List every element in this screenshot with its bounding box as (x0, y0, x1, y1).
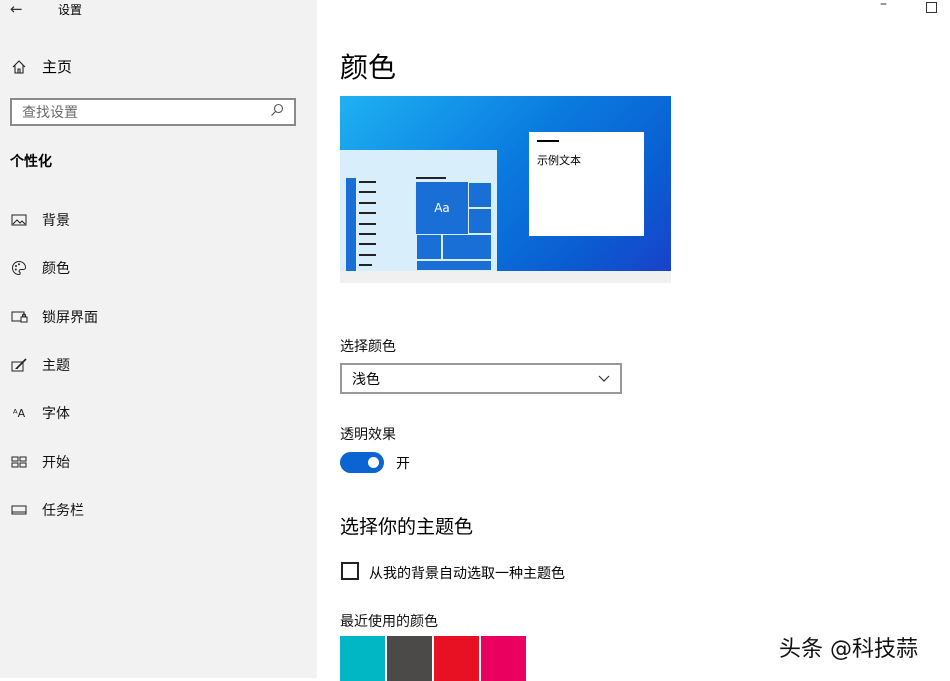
maximize-button[interactable] (926, 2, 937, 13)
font-icon: ᴬA (12, 406, 26, 420)
preview-sample-text: 示例文本 (537, 154, 581, 167)
preview-start-strip (346, 178, 356, 271)
auto-accent-checkbox[interactable] (341, 562, 359, 580)
page-title: 颜色 (340, 51, 397, 84)
sidebar-item-start[interactable]: 开始 (10, 452, 70, 472)
sidebar-item-label: 任务栏 (42, 503, 84, 519)
transparency-label: 透明效果 (340, 427, 396, 443)
choose-color-dropdown[interactable]: 浅色 (340, 363, 622, 394)
section-title: 个性化 (10, 154, 52, 170)
color-swatch[interactable] (340, 636, 385, 681)
sidebar-item-label: 字体 (42, 406, 70, 422)
chevron-down-icon (598, 372, 610, 386)
dropdown-value: 浅色 (352, 371, 380, 388)
theme-brush-icon (10, 356, 28, 374)
lock-screen-icon (10, 308, 28, 326)
taskbar-icon (10, 501, 28, 519)
sidebar-item-label: 主题 (42, 358, 70, 374)
transparency-toggle[interactable] (340, 452, 384, 473)
recent-colors-label: 最近使用的颜色 (340, 614, 438, 630)
sidebar-item-label: 开始 (42, 455, 70, 471)
color-preview: Aa 示例文本 (340, 96, 671, 283)
accent-color-heading: 选择你的主题色 (340, 516, 474, 538)
start-icon (10, 453, 28, 471)
home-label: 主页 (42, 58, 73, 76)
sidebar-item-lock-screen[interactable]: 锁屏界面 (10, 307, 98, 327)
sidebar-item-fonts[interactable]: ᴬA 字体 (10, 403, 70, 423)
choose-color-label: 选择颜色 (340, 339, 396, 355)
sidebar-item-taskbar[interactable]: 任务栏 (10, 500, 84, 520)
watermark: 头条 @科技蒜 (779, 637, 918, 662)
main-content: 颜色 Aa 示例文本 选择颜色 浅色 透明效果 开 选择你的主题色 从我的背景自… (317, 0, 950, 681)
sidebar-item-label: 背景 (42, 213, 70, 229)
color-swatch[interactable] (434, 636, 479, 681)
sidebar-item-home[interactable]: 主页 (10, 56, 72, 77)
home-icon (10, 58, 28, 76)
palette-icon (10, 259, 28, 277)
preview-window: 示例文本 (529, 132, 644, 236)
color-swatch[interactable] (481, 636, 526, 681)
toggle-state-label: 开 (396, 456, 410, 472)
minimize-button[interactable]: – (880, 0, 887, 12)
search-icon[interactable] (270, 103, 284, 121)
back-arrow-icon[interactable]: ← (10, 0, 23, 18)
color-swatch[interactable] (387, 636, 432, 681)
search-input[interactable]: 查找设置 (10, 98, 296, 126)
sidebar-item-colors[interactable]: 颜色 (10, 258, 70, 278)
auto-accent-label[interactable]: 从我的背景自动选取一种主题色 (369, 563, 565, 583)
window-title: 设置 (58, 3, 83, 17)
search-placeholder: 查找设置 (22, 105, 78, 121)
recent-colors (340, 636, 526, 681)
sidebar: ← 设置 主页 查找设置 个性化 背景 颜色 锁屏界面 主题 ᴬA 字体 开始 … (0, 0, 317, 678)
picture-icon (10, 211, 28, 229)
sidebar-item-label: 颜色 (42, 261, 70, 277)
preview-tile-aa: Aa (416, 182, 468, 234)
sidebar-item-themes[interactable]: 主题 (10, 355, 70, 375)
sidebar-item-background[interactable]: 背景 (10, 210, 70, 230)
toggle-knob (368, 457, 379, 468)
sidebar-item-label: 锁屏界面 (42, 310, 98, 326)
